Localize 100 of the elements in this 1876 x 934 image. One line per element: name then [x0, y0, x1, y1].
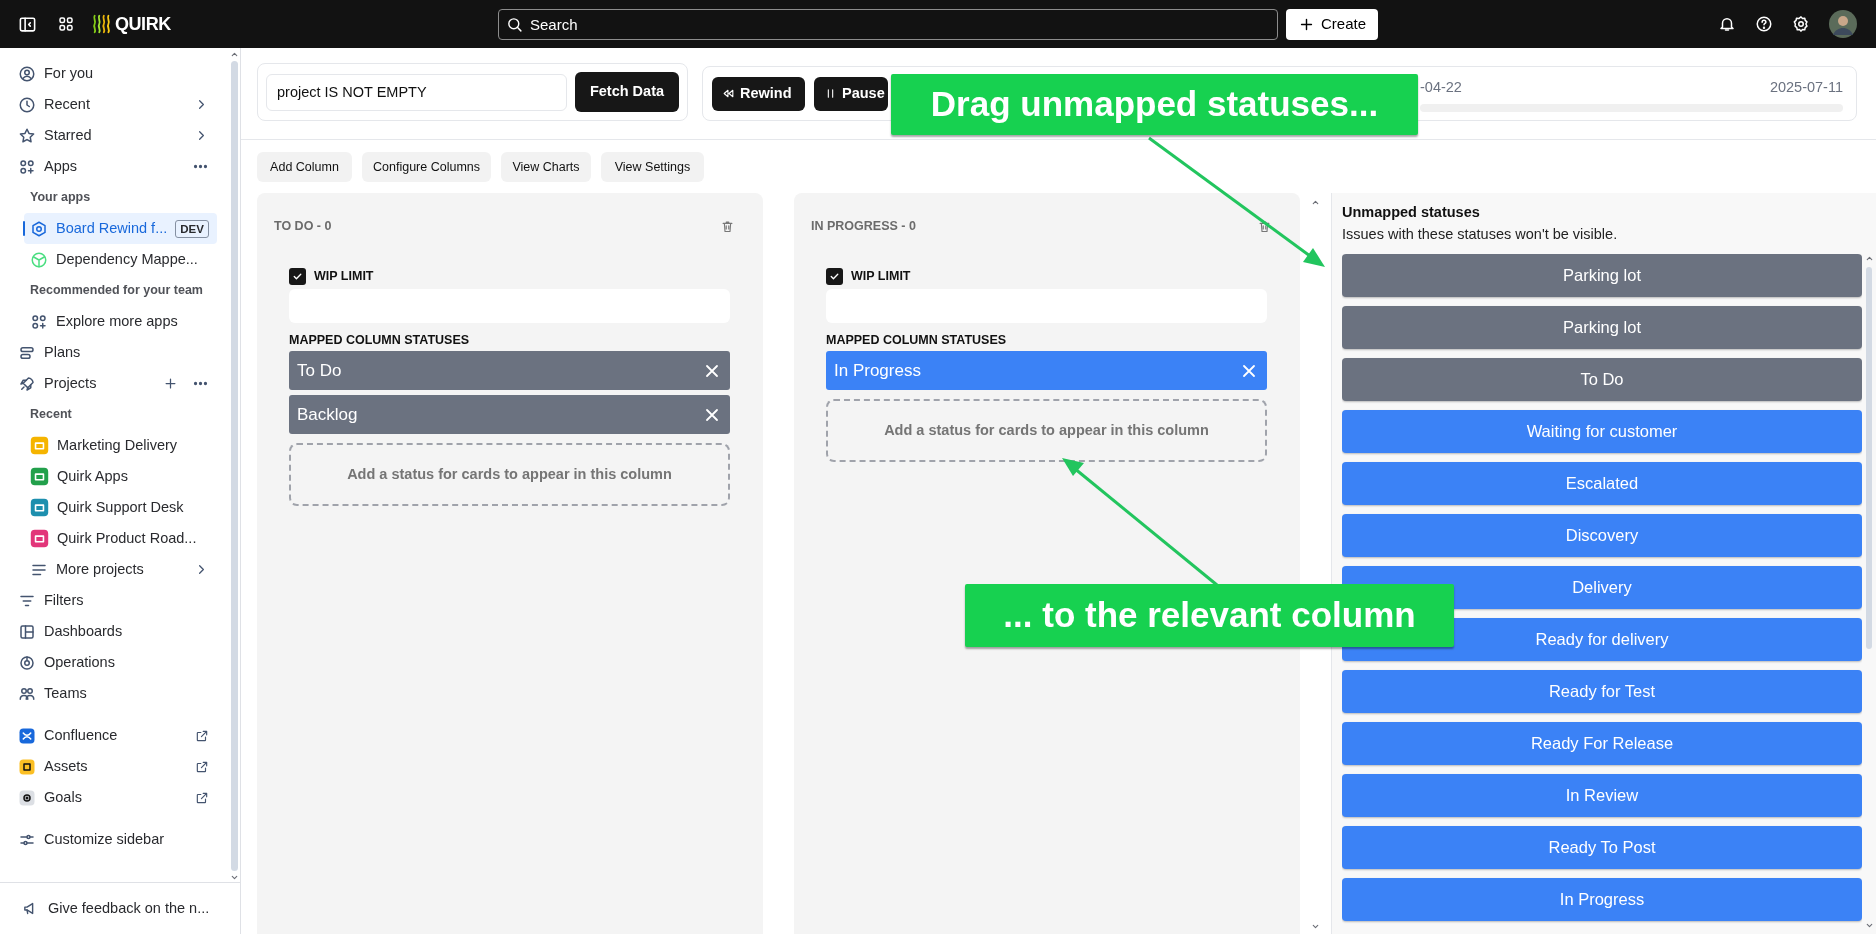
create-button[interactable]: Create: [1286, 8, 1378, 40]
status-chip[interactable]: Parking lot: [1342, 254, 1862, 297]
status-chip[interactable]: Discovery: [1342, 514, 1862, 557]
sidebar-item[interactable]: Starred: [8, 120, 217, 151]
status-chip[interactable]: Ready For Release: [1342, 722, 1862, 765]
scroll-up-icon[interactable]: [1864, 254, 1874, 263]
sidebar-item[interactable]: Explore more apps: [24, 306, 217, 337]
scrollbar-thumb[interactable]: [230, 61, 238, 871]
external-link-icon[interactable]: [194, 790, 209, 805]
drop-zone[interactable]: Add a status for cards to appear in this column: [289, 443, 730, 506]
plus-icon[interactable]: [162, 376, 178, 391]
sidebar-item[interactable]: Confluence: [8, 720, 217, 751]
status-chip[interactable]: Ready for Test: [1342, 670, 1862, 713]
app-logo-icon: [30, 250, 48, 269]
checkbox-label: WIP LIMIT: [314, 267, 374, 285]
toolbar-button[interactable]: Configure Columns: [362, 152, 491, 182]
rewind-icon: [722, 87, 735, 100]
search-icon: [506, 15, 523, 33]
feedback-link[interactable]: Give feedback on the n...: [0, 882, 240, 934]
status-chip[interactable]: Escalated: [1342, 462, 1862, 505]
sidebar-item[interactable]: Quirk Support Desk: [24, 492, 217, 523]
sidebar-item[interactable]: Dependency Mappe...: [24, 244, 217, 275]
start-date: -04-22: [1420, 77, 1462, 97]
sidebar-item[interactable]: Plans: [8, 337, 217, 368]
app-switcher-icon[interactable]: [57, 15, 75, 33]
sidebar-item[interactable]: For you: [8, 58, 217, 89]
section-label: MAPPED COLUMN STATUSES: [826, 332, 1008, 348]
sidebar-item[interactable]: Filters: [8, 585, 217, 616]
notification-bell-icon[interactable]: [1718, 15, 1736, 33]
apps-icon: [30, 312, 48, 331]
dashboard-icon: [18, 622, 36, 641]
sidebar-item[interactable]: More projects: [24, 554, 217, 585]
status-chip[interactable]: To Do: [1342, 358, 1862, 401]
status-chip[interactable]: Waiting for customer: [1342, 410, 1862, 453]
external-link-icon[interactable]: [194, 728, 209, 743]
toolbar-button[interactable]: Add Column: [257, 152, 352, 182]
sidebar-item[interactable]: Dashboards: [8, 616, 217, 647]
fetch-data-button[interactable]: Fetch Data: [575, 72, 679, 112]
toolbar-button[interactable]: View Settings: [601, 152, 704, 182]
help-icon[interactable]: [1755, 15, 1773, 33]
sidebar-item[interactable]: Teams: [8, 678, 217, 709]
trash-icon[interactable]: [1257, 218, 1272, 234]
sidebar-item[interactable]: Projects: [8, 368, 217, 399]
scroll-down-icon[interactable]: [229, 873, 239, 882]
search-field[interactable]: Search: [498, 8, 1278, 40]
callout-tooltip: ... to the relevant column: [965, 584, 1454, 647]
logo-icon: [91, 13, 113, 35]
environment-tag: DEV: [175, 219, 209, 238]
target-icon: [18, 653, 36, 672]
drop-zone[interactable]: Add a status for cards to appear in this column: [826, 399, 1267, 462]
toolbar-button[interactable]: View Charts: [501, 152, 591, 182]
scrollbar-thumb[interactable]: [1866, 267, 1872, 649]
panel-title: Unmapped statuses: [1342, 203, 1481, 222]
section-heading: Recent: [29, 406, 73, 424]
scroll-down-icon[interactable]: [1864, 921, 1874, 930]
sidebar-toggle-icon[interactable]: [18, 14, 37, 34]
checkbox[interactable]: [826, 267, 843, 285]
pause-button[interactable]: Pause: [814, 76, 888, 111]
app-logo-icon: [18, 788, 36, 807]
sidebar-item[interactable]: Goals: [8, 782, 217, 813]
sidebar-item[interactable]: Board Rewind f... DEV: [24, 213, 217, 244]
rewind-button[interactable]: Rewind: [712, 76, 805, 111]
status-chip[interactable]: Backlog: [289, 395, 730, 434]
scroll-up-icon[interactable]: [229, 50, 239, 59]
end-date: 2025-07-11: [1769, 77, 1843, 97]
logo-text: QUIRK: [115, 12, 171, 36]
clock-icon: [18, 95, 36, 114]
scroll-down-icon[interactable]: [1311, 922, 1320, 931]
sidebar-item[interactable]: Assets: [8, 751, 217, 782]
query-field[interactable]: project IS NOT EMPTY: [266, 73, 567, 111]
checkbox[interactable]: [289, 267, 306, 285]
scroll-up-icon[interactable]: [1311, 198, 1320, 207]
external-link-icon[interactable]: [194, 759, 209, 774]
sidebar-item[interactable]: Quirk Product Road...: [24, 523, 217, 554]
apps-icon: [18, 157, 36, 176]
sidebar-item[interactable]: Apps: [8, 151, 217, 182]
status-chip[interactable]: Ready To Post: [1342, 826, 1862, 869]
column-title: IN PROGRESS - 0: [811, 217, 916, 235]
sidebar-item[interactable]: Quirk Apps: [24, 461, 217, 492]
status-chip[interactable]: In Progress: [1342, 878, 1862, 921]
status-chip[interactable]: Parking lot: [1342, 306, 1862, 349]
trash-icon[interactable]: [720, 218, 735, 234]
section-heading: Recommended for your team: [29, 282, 204, 300]
section-label: MAPPED COLUMN STATUSES: [289, 332, 471, 348]
callout-tooltip: Drag unmapped statuses...: [891, 74, 1418, 135]
sidebar-item[interactable]: Operations: [8, 647, 217, 678]
checkbox-label: WIP LIMIT: [851, 267, 911, 285]
sidebar-item[interactable]: Recent: [8, 89, 217, 120]
section-heading: Your apps: [29, 189, 92, 207]
sidebar-item[interactable]: Customize sidebar: [8, 824, 217, 855]
app-logo-icon: [18, 757, 36, 776]
status-chip[interactable]: In Progress: [826, 351, 1267, 390]
status-chip[interactable]: To Do: [289, 351, 730, 390]
settings-icon[interactable]: [1792, 15, 1810, 33]
status-chip[interactable]: In Review: [1342, 774, 1862, 817]
star-icon: [18, 126, 36, 145]
app-logo-icon: [18, 726, 36, 745]
avatar[interactable]: [1829, 10, 1857, 38]
hexagon-icon: [30, 219, 48, 238]
sidebar-item[interactable]: Marketing Delivery: [24, 430, 217, 461]
